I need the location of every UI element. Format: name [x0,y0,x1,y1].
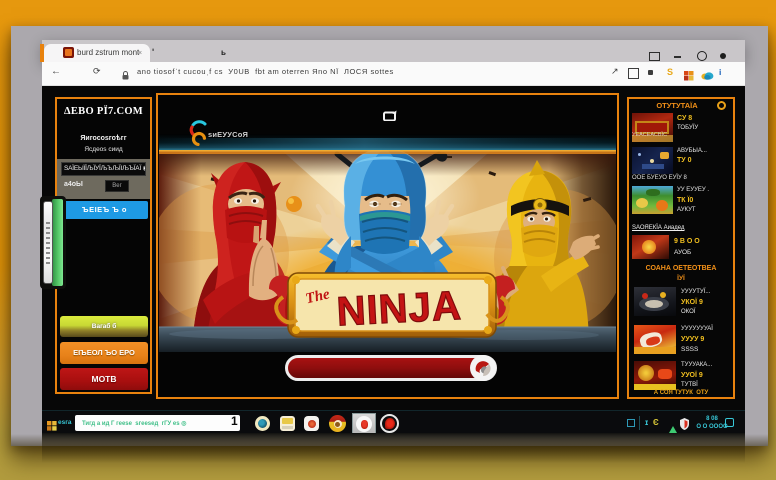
svg-text:NINJA: NINJA [336,282,463,335]
